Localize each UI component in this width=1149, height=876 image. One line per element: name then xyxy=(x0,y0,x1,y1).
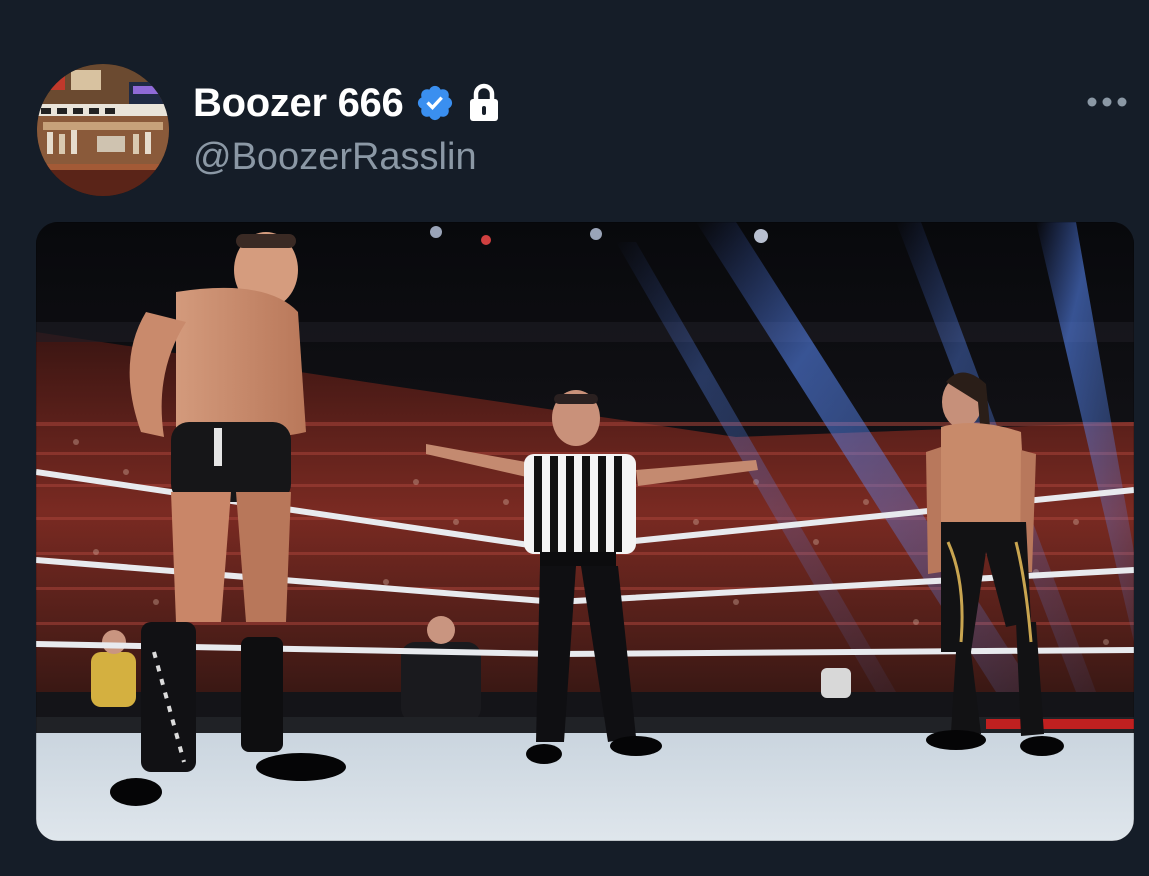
author-handle[interactable]: @BoozerRasslin xyxy=(193,136,477,179)
display-name[interactable]: Boozer 666 xyxy=(193,81,404,126)
tweet-card: Boozer 666 @BoozerRasslin xyxy=(0,0,1149,876)
avatar-image xyxy=(37,64,169,196)
protected-lock-icon xyxy=(467,83,501,123)
author-name-row: Boozer 666 xyxy=(193,78,501,128)
avatar[interactable] xyxy=(37,64,169,196)
tweet-photo[interactable] xyxy=(36,222,1134,841)
ellipsis-icon[interactable] xyxy=(1084,90,1130,114)
wrestling-ring-photo xyxy=(36,222,1134,841)
verified-badge-icon[interactable] xyxy=(415,83,455,123)
